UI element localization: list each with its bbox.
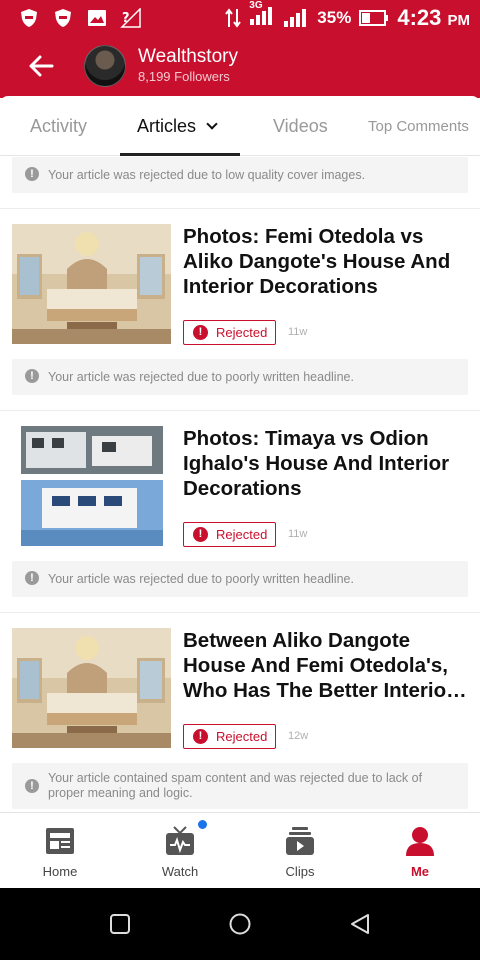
notification-dot (198, 820, 207, 829)
article-title[interactable]: Between Aliko Dangote House And Femi Ote… (183, 628, 468, 703)
info-icon: ! (25, 167, 39, 181)
image-icon (86, 7, 108, 29)
alert-icon: ! (193, 325, 208, 340)
chevron-down-icon (206, 118, 218, 130)
clock: 4:23 (397, 5, 442, 30)
nav-watch[interactable]: Watch (120, 813, 240, 889)
status-badge: ! Rejected (183, 724, 277, 749)
rejection-reason: Your article was rejected due to low qua… (48, 168, 366, 182)
nav-me[interactable]: Me (360, 813, 480, 889)
avatar[interactable] (84, 45, 126, 87)
profile-header: Wealthstory 8,199 Followers (0, 36, 480, 98)
nav-home[interactable]: Home (0, 813, 120, 889)
no-signal-icon: ? (120, 7, 142, 29)
nav-label: Me (410, 864, 430, 879)
article-age: 12w (288, 730, 309, 742)
article-title[interactable]: Photos: Femi Otedola vs Aliko Dangote's … (183, 224, 468, 299)
tv-icon (166, 826, 194, 855)
clock-ampm: PM (447, 12, 471, 29)
svg-text:?: ? (122, 11, 130, 26)
nav-label: Home (42, 864, 78, 879)
info-icon: ! (25, 369, 39, 383)
person-icon (406, 827, 434, 856)
system-nav-bar (0, 888, 480, 960)
tab-top-comments[interactable]: Top Comments (368, 118, 469, 135)
profile-name: Wealthstory (138, 46, 238, 67)
rejection-reason: Your article was rejected due to poorly … (48, 572, 354, 586)
tab-articles[interactable]: Articles (137, 116, 218, 137)
article-age: 11w (288, 528, 308, 540)
nav-clips[interactable]: Clips (240, 813, 360, 889)
network-type: 3G (249, 0, 263, 11)
shield-icon (18, 7, 40, 29)
shield-icon (52, 7, 74, 29)
signal-icon (284, 9, 307, 27)
status-label: Rejected (216, 527, 268, 542)
rejection-notice: ! Your article was rejected due to poorl… (12, 561, 468, 597)
article-card[interactable]: Between Aliko Dangote House And Femi Ote… (0, 612, 480, 812)
article-card[interactable]: Photos: Femi Otedola vs Aliko Dangote's … (0, 208, 480, 408)
rejection-notice: ! Your article contained spam content an… (12, 763, 468, 809)
article-age: 11w (288, 326, 308, 338)
recents-icon[interactable] (108, 912, 132, 936)
profile-tabs: Activity Articles Videos Top Comments (0, 96, 480, 156)
clips-icon (286, 827, 314, 855)
nav-label: Clips (285, 864, 315, 879)
back-icon[interactable] (348, 912, 372, 936)
article-thumbnail[interactable] (12, 628, 171, 748)
tab-articles-label: Articles (137, 116, 197, 136)
battery-icon (359, 10, 389, 26)
status-badge: ! Rejected (183, 320, 277, 345)
alert-icon: ! (193, 729, 208, 744)
status-bar: ? 3G 35% 4:23 PM (0, 0, 480, 36)
bottom-nav: Home Watch Clips Me (0, 812, 480, 888)
tab-activity[interactable]: Activity (30, 116, 87, 137)
active-tab-indicator (120, 153, 240, 156)
rejection-notice: ! Your article was rejected due to low q… (12, 157, 468, 193)
data-arrows-icon (225, 8, 242, 28)
rejection-reason: Your article was rejected due to poorly … (48, 370, 354, 384)
article-title[interactable]: Photos: Timaya vs Odion Ighalo's House A… (183, 426, 468, 501)
article-thumbnail[interactable] (12, 426, 171, 546)
newspaper-icon (46, 828, 74, 854)
nav-label: Watch (161, 864, 199, 879)
battery-percent: 35% (317, 8, 352, 27)
article-feed[interactable]: ! Your article was rejected due to low q… (0, 157, 480, 812)
status-label: Rejected (216, 325, 268, 340)
info-icon: ! (25, 571, 39, 585)
alert-icon: ! (193, 527, 208, 542)
article-card[interactable]: Photos: Timaya vs Odion Ighalo's House A… (0, 410, 480, 610)
home-icon[interactable] (228, 912, 252, 936)
status-label: Rejected (216, 729, 268, 744)
followers-count: 8,199 Followers (138, 69, 230, 84)
rejection-notice: ! Your article was rejected due to poorl… (12, 359, 468, 395)
info-icon: ! (25, 779, 39, 793)
article-thumbnail[interactable] (12, 224, 171, 344)
status-badge: ! Rejected (183, 522, 277, 547)
arrow-left-icon[interactable] (26, 50, 58, 82)
rejection-reason: Your article contained spam content and … (48, 771, 423, 800)
tab-videos[interactable]: Videos (273, 116, 328, 137)
